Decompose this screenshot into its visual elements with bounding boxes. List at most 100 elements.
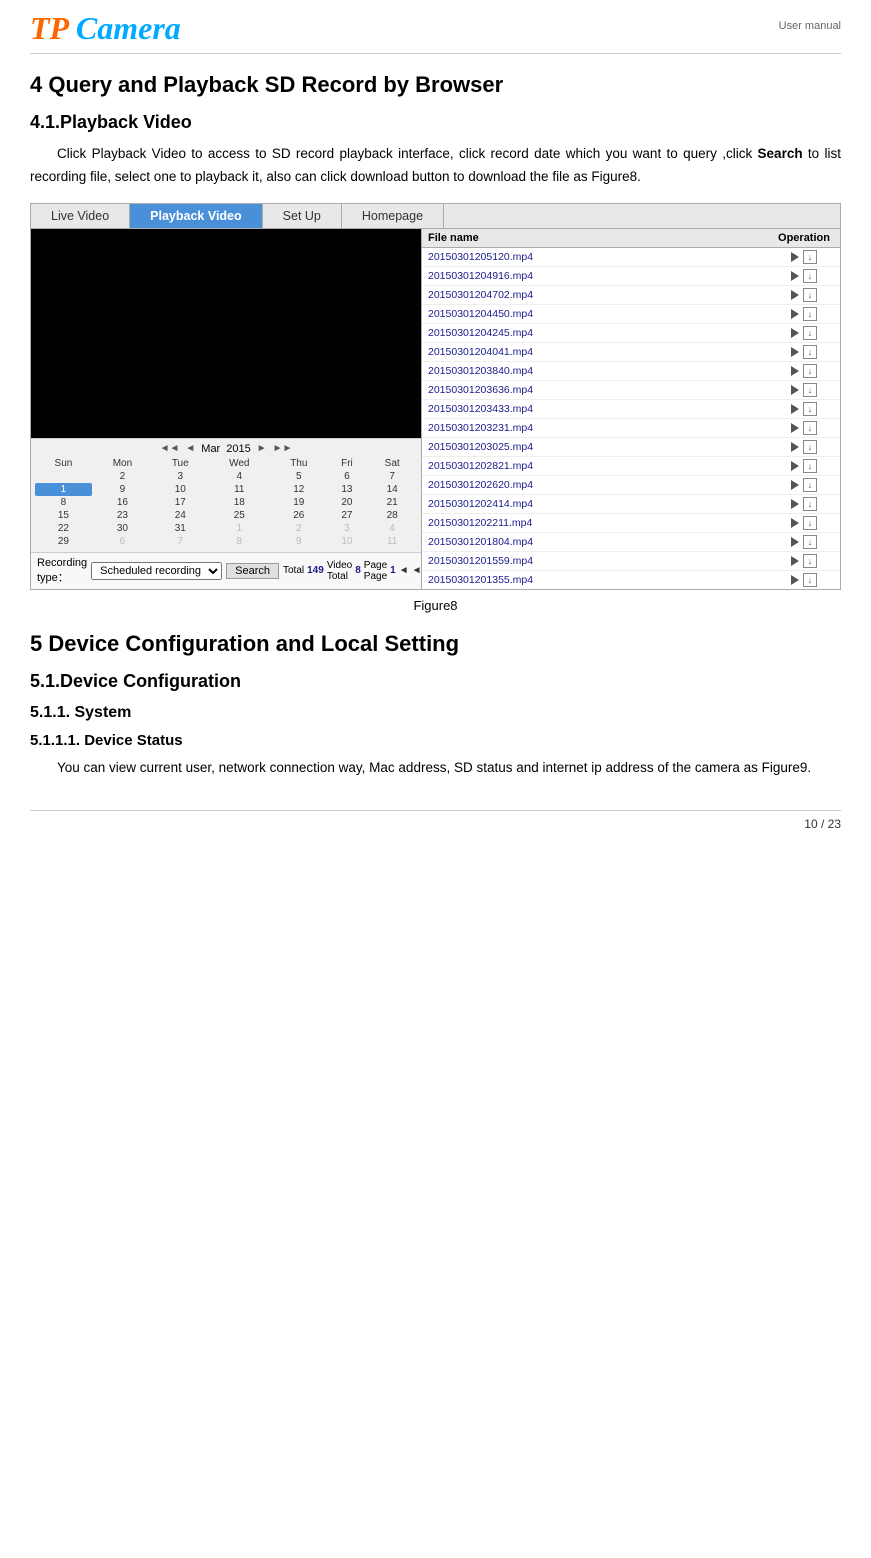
play-icon[interactable] [791, 499, 799, 509]
calendar-day[interactable]: 21 [367, 496, 417, 509]
calendar-day[interactable]: 1 [35, 483, 92, 496]
download-icon[interactable]: ↓ [803, 364, 817, 378]
calendar-day[interactable]: 30 [92, 522, 153, 535]
download-icon[interactable]: ↓ [803, 250, 817, 264]
calendar-day[interactable]: 1 [207, 522, 271, 535]
calendar-day[interactable]: 22 [35, 522, 92, 535]
file-name: 20150301203231.mp4 [428, 422, 774, 434]
calendar-day[interactable]: 19 [271, 496, 326, 509]
calendar-day[interactable]: 18 [207, 496, 271, 509]
play-icon[interactable] [791, 461, 799, 471]
play-icon[interactable] [791, 518, 799, 528]
play-icon[interactable] [791, 271, 799, 281]
calendar-day[interactable]: 5 [271, 470, 326, 483]
download-icon[interactable]: ↓ [803, 440, 817, 454]
play-icon[interactable] [791, 309, 799, 319]
calendar-day[interactable]: 24 [153, 509, 207, 522]
calendar-day[interactable]: 17 [153, 496, 207, 509]
calendar-day[interactable]: 23 [92, 509, 153, 522]
download-icon[interactable]: ↓ [803, 288, 817, 302]
calendar-day[interactable]: 7 [153, 535, 207, 548]
cal-prev-year[interactable]: ◄◄ [160, 443, 180, 454]
download-icon[interactable]: ↓ [803, 307, 817, 321]
calendar-day[interactable]: 6 [327, 470, 368, 483]
calendar-day[interactable]: 13 [327, 483, 368, 496]
cal-prev-month[interactable]: ◄ [185, 443, 195, 454]
tab-homepage[interactable]: Homepage [342, 204, 444, 228]
download-icon[interactable]: ↓ [803, 269, 817, 283]
calendar-day[interactable]: 28 [367, 509, 417, 522]
play-icon[interactable] [791, 404, 799, 414]
calendar-day[interactable]: 2 [92, 470, 153, 483]
ui-main-area: ◄◄ ◄ Mar 2015 ► ►► Sun Mon Tue Wed Thu [31, 229, 840, 589]
calendar-day[interactable]: 11 [207, 483, 271, 496]
recording-type-select[interactable]: Scheduled recording Motion recording [91, 562, 222, 580]
download-icon[interactable]: ↓ [803, 459, 817, 473]
calendar-day[interactable]: 29 [35, 535, 92, 548]
calendar-day[interactable]: 14 [367, 483, 417, 496]
play-icon[interactable] [791, 366, 799, 376]
calendar-day[interactable]: 9 [92, 483, 153, 496]
calendar-day[interactable]: 15 [35, 509, 92, 522]
cal-next-month[interactable]: ► [257, 443, 267, 454]
calendar-day[interactable]: 8 [35, 496, 92, 509]
cal-next-year[interactable]: ►► [273, 443, 293, 454]
file-operations: ↓ [774, 364, 834, 378]
calendar-day[interactable]: 16 [92, 496, 153, 509]
calendar-day[interactable]: 20 [327, 496, 368, 509]
calendar-day[interactable]: 27 [327, 509, 368, 522]
play-icon[interactable] [791, 537, 799, 547]
calendar-day[interactable]: 2 [271, 522, 326, 535]
download-icon[interactable]: ↓ [803, 516, 817, 530]
calendar-day[interactable]: 6 [92, 535, 153, 548]
download-icon[interactable]: ↓ [803, 535, 817, 549]
section41-title: 4.1.Playback Video [30, 112, 841, 133]
tab-playback-video[interactable]: Playback Video [130, 204, 263, 228]
play-icon[interactable] [791, 290, 799, 300]
page-first[interactable]: ◄ [399, 565, 409, 576]
calendar-day[interactable]: 25 [207, 509, 271, 522]
file-operations: ↓ [774, 554, 834, 568]
download-icon[interactable]: ↓ [803, 554, 817, 568]
play-icon[interactable] [791, 347, 799, 357]
tab-live-video[interactable]: Live Video [31, 204, 130, 228]
play-icon[interactable] [791, 575, 799, 585]
calendar-day[interactable] [35, 470, 92, 483]
calendar-day[interactable]: 8 [207, 535, 271, 548]
calendar-day[interactable]: 11 [367, 535, 417, 548]
calendar-day[interactable]: 3 [327, 522, 368, 535]
calendar-day[interactable]: 31 [153, 522, 207, 535]
play-icon[interactable] [791, 556, 799, 566]
play-icon[interactable] [791, 385, 799, 395]
download-icon[interactable]: ↓ [803, 326, 817, 340]
table-row: 20150301204245.mp4↓ [422, 324, 840, 343]
calendar-day[interactable]: 10 [153, 483, 207, 496]
calendar-day[interactable]: 10 [327, 535, 368, 548]
play-icon[interactable] [791, 480, 799, 490]
section511-title: 5.1.1. System [30, 704, 841, 722]
calendar-day[interactable]: 9 [271, 535, 326, 548]
download-icon[interactable]: ↓ [803, 497, 817, 511]
calendar-day[interactable]: 3 [153, 470, 207, 483]
play-icon[interactable] [791, 423, 799, 433]
file-operations: ↓ [774, 421, 834, 435]
play-icon[interactable] [791, 442, 799, 452]
calendar-day[interactable]: 12 [271, 483, 326, 496]
download-icon[interactable]: ↓ [803, 421, 817, 435]
table-row: 20150301204041.mp4↓ [422, 343, 840, 362]
calendar-day[interactable]: 7 [367, 470, 417, 483]
download-icon[interactable]: ↓ [803, 573, 817, 587]
play-icon[interactable] [791, 252, 799, 262]
calendar-day[interactable]: 4 [207, 470, 271, 483]
download-icon[interactable]: ↓ [803, 345, 817, 359]
file-operations: ↓ [774, 269, 834, 283]
calendar-day[interactable]: 26 [271, 509, 326, 522]
search-button[interactable]: Search [226, 563, 279, 579]
download-icon[interactable]: ↓ [803, 478, 817, 492]
download-icon[interactable]: ↓ [803, 402, 817, 416]
calendar-day[interactable]: 4 [367, 522, 417, 535]
play-icon[interactable] [791, 328, 799, 338]
download-icon[interactable]: ↓ [803, 383, 817, 397]
section5111-body: You can view current user, network conne… [30, 757, 841, 780]
tab-setup[interactable]: Set Up [263, 204, 342, 228]
